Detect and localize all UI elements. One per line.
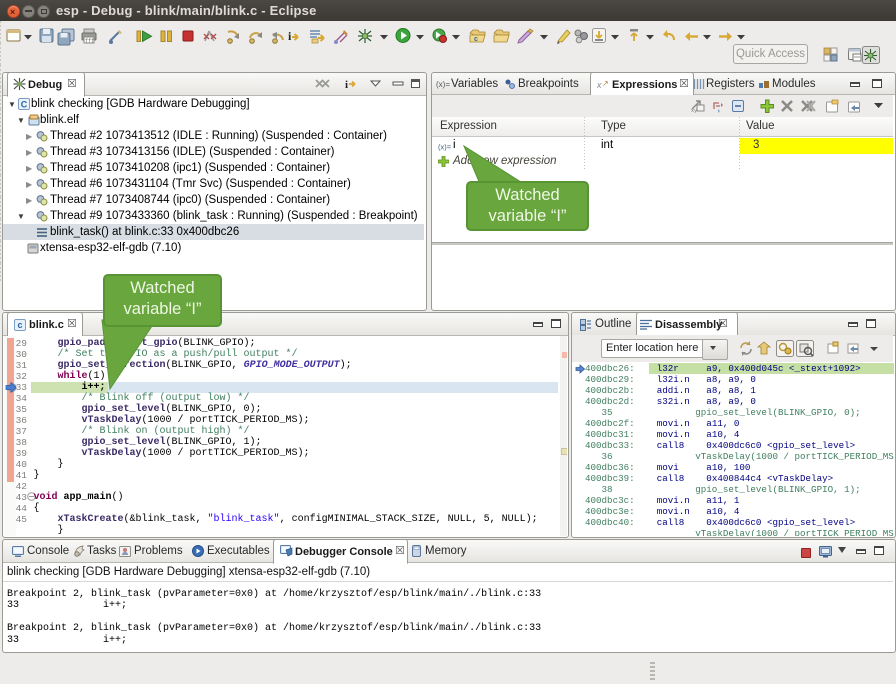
svg-text:C: C [21, 100, 28, 110]
svg-text:i: i [288, 29, 292, 43]
svg-text:(x)=: (x)= [436, 80, 450, 89]
svg-text:i: i [345, 79, 348, 91]
svg-text:↗: ↗ [602, 79, 609, 88]
svg-text:c: c [474, 36, 478, 43]
svg-text:xy: xy [691, 108, 697, 114]
svg-text:c: c [17, 320, 22, 330]
svg-text:fff: fff [85, 39, 94, 45]
